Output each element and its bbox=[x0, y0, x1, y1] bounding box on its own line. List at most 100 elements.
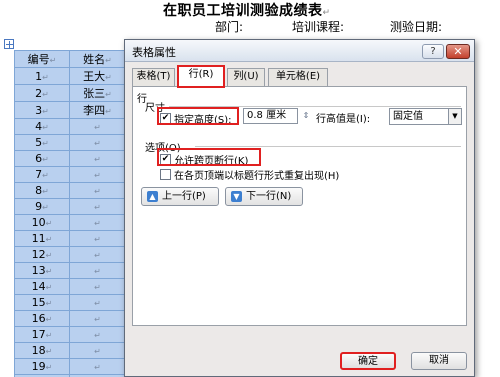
cell-mark: ↵ bbox=[45, 315, 53, 324]
cell-name[interactable]: ↵ bbox=[69, 134, 126, 151]
cell-id[interactable]: 19↵ bbox=[14, 358, 70, 375]
cell-name[interactable]: ↵ bbox=[69, 342, 126, 359]
cell-mark: ↵ bbox=[42, 155, 49, 164]
cell-mark: ↵ bbox=[105, 56, 112, 65]
highlight-allow-break bbox=[157, 148, 261, 166]
cell-id[interactable]: 13↵ bbox=[14, 262, 70, 279]
cell-id[interactable]: 18↵ bbox=[14, 342, 70, 359]
table-row: 13↵ ↵ bbox=[14, 262, 126, 279]
cell-mark: ↵ bbox=[105, 107, 112, 116]
previous-row-label: 上一行(P) bbox=[162, 191, 206, 202]
cell-id[interactable]: 14↵ bbox=[14, 278, 70, 295]
header-name[interactable]: 姓名↵ bbox=[69, 50, 126, 68]
cell-id-text: 10 bbox=[31, 216, 46, 229]
cell-mark: ↵ bbox=[45, 251, 53, 260]
cell-id[interactable]: 7↵ bbox=[14, 166, 70, 183]
cell-mark: ↵ bbox=[105, 73, 112, 82]
row-height-mode-select[interactable]: 固定值 ▼ bbox=[389, 108, 462, 125]
repeat-header-option[interactable]: 在各页顶端以标题行形式重复出现(H) bbox=[160, 167, 339, 182]
arrow-down-icon: ▼ bbox=[231, 191, 242, 202]
cell-id[interactable]: 3↵ bbox=[14, 101, 70, 119]
cell-name[interactable]: ↵ bbox=[69, 278, 126, 295]
cell-mark: ↵ bbox=[45, 267, 53, 276]
cell-mark: ↵ bbox=[94, 315, 101, 324]
repeat-header-checkbox[interactable] bbox=[160, 169, 171, 180]
cell-id[interactable]: 10↵ bbox=[14, 214, 70, 231]
cell-name[interactable]: ↵ bbox=[69, 230, 126, 247]
cell-id[interactable]: 9↵ bbox=[14, 198, 70, 215]
cell-name[interactable]: ↵ bbox=[69, 246, 126, 263]
meta-course: 培训课程: bbox=[292, 20, 345, 34]
cell-name[interactable]: ↵ bbox=[69, 198, 126, 215]
header-name-text: 姓名 bbox=[83, 53, 106, 66]
ok-button[interactable]: 确定 bbox=[340, 352, 396, 370]
cell-id[interactable]: 17↵ bbox=[14, 326, 70, 343]
cell-mark: ↵ bbox=[94, 299, 101, 308]
cell-mark: ↵ bbox=[45, 235, 53, 244]
dropdown-arrow-icon[interactable]: ▼ bbox=[448, 109, 461, 124]
table-header-row: 编号↵ 姓名↵ bbox=[14, 50, 126, 68]
tab-table[interactable]: 表格(T) bbox=[132, 68, 175, 86]
cell-name[interactable]: ↵ bbox=[69, 294, 126, 311]
cell-mark: ↵ bbox=[42, 123, 49, 132]
cell-name-text: 张三 bbox=[83, 87, 106, 100]
cell-name[interactable]: ↵ bbox=[69, 182, 126, 199]
table-row: 4↵ ↵ bbox=[14, 118, 126, 135]
cell-id-text: 13 bbox=[31, 264, 46, 277]
table-row: 6↵ ↵ bbox=[14, 150, 126, 167]
table-row: 9↵ ↵ bbox=[14, 198, 126, 215]
cell-mark: ↵ bbox=[42, 106, 49, 116]
cell-id[interactable]: 15↵ bbox=[14, 294, 70, 311]
cell-id-text: 19 bbox=[31, 360, 46, 373]
cell-name[interactable]: ↵ bbox=[69, 358, 126, 375]
cell-name[interactable]: ↵ bbox=[69, 310, 126, 327]
row-height-mode-value: 固定值 bbox=[393, 111, 423, 122]
dialog-titlebar[interactable]: 表格属性 ? ✕ bbox=[125, 40, 474, 62]
cell-id[interactable]: 8↵ bbox=[14, 182, 70, 199]
help-button[interactable]: ? bbox=[422, 44, 444, 59]
paragraph-mark: ↵ bbox=[322, 8, 331, 18]
cell-id[interactable]: 6↵ bbox=[14, 150, 70, 167]
cell-id[interactable]: 16↵ bbox=[14, 310, 70, 327]
tab-cell[interactable]: 单元格(E) bbox=[268, 68, 328, 86]
cell-name-text: 王大 bbox=[83, 70, 106, 83]
cell-name[interactable]: ↵ bbox=[69, 166, 126, 183]
header-id[interactable]: 编号↵ bbox=[14, 50, 70, 68]
cell-mark: ↵ bbox=[42, 139, 49, 148]
cell-mark: ↵ bbox=[45, 331, 53, 340]
row-height-input[interactable]: 0.8 厘米 bbox=[243, 108, 298, 124]
previous-row-button[interactable]: ▲ 上一行(P) bbox=[141, 187, 219, 206]
cell-name[interactable]: ↵ bbox=[69, 150, 126, 167]
tab-row[interactable]: 行(R) bbox=[177, 65, 225, 88]
table-row: 15↵ ↵ bbox=[14, 294, 126, 311]
table-row: 10↵ ↵ bbox=[14, 214, 126, 231]
cell-name[interactable]: 王大↵ bbox=[69, 67, 126, 85]
cell-name[interactable]: 李四↵ bbox=[69, 101, 126, 119]
cell-id[interactable]: 1↵ bbox=[14, 67, 70, 85]
cell-name[interactable]: ↵ bbox=[69, 118, 126, 135]
cell-id[interactable]: 12↵ bbox=[14, 246, 70, 263]
table-move-handle-icon[interactable] bbox=[4, 39, 14, 49]
table-row: 2↵ 张三↵ bbox=[14, 84, 126, 102]
spinner-icon[interactable]: ⇕ bbox=[300, 108, 312, 124]
next-row-button[interactable]: ▼ 下一行(N) bbox=[225, 187, 303, 206]
table-row: 8↵ ↵ bbox=[14, 182, 126, 199]
repeat-header-label: 在各页顶端以标题行形式重复出现(H) bbox=[174, 171, 340, 182]
cell-id[interactable]: 11↵ bbox=[14, 230, 70, 247]
meta-date: 测验日期: bbox=[390, 20, 443, 34]
cell-name[interactable]: ↵ bbox=[69, 262, 126, 279]
cell-id[interactable]: 5↵ bbox=[14, 134, 70, 151]
cell-id[interactable]: 4↵ bbox=[14, 118, 70, 135]
cancel-button[interactable]: 取消 bbox=[411, 352, 467, 370]
cell-mark: ↵ bbox=[94, 139, 101, 148]
cell-name[interactable]: 张三↵ bbox=[69, 84, 126, 102]
cell-mark: ↵ bbox=[94, 331, 101, 340]
tab-column[interactable]: 列(U) bbox=[227, 68, 265, 86]
cell-id[interactable]: 2↵ bbox=[14, 84, 70, 102]
table-row: 3↵ 李四↵ bbox=[14, 101, 126, 119]
cell-mark: ↵ bbox=[94, 267, 101, 276]
cell-mark: ↵ bbox=[42, 72, 49, 82]
cell-name[interactable]: ↵ bbox=[69, 214, 126, 231]
close-button[interactable]: ✕ bbox=[446, 44, 470, 59]
cell-name[interactable]: ↵ bbox=[69, 326, 126, 343]
